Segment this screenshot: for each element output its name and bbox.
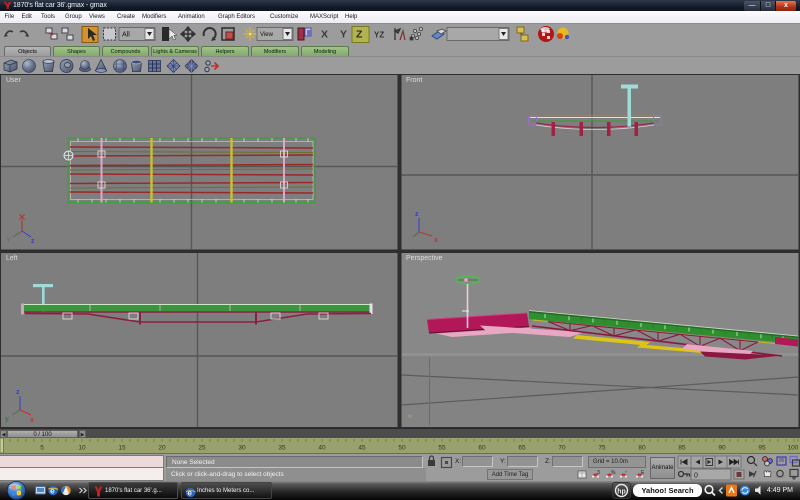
svg-text:E: E (641, 470, 645, 476)
svg-text:85: 85 (678, 445, 686, 452)
svg-text:50: 50 (398, 445, 406, 452)
svg-text:3: 3 (597, 470, 600, 476)
svg-text:Y: Y (340, 30, 347, 41)
svg-text:55: 55 (438, 445, 446, 452)
svg-text:70: 70 (558, 445, 566, 452)
svg-text:Z: Z (356, 30, 362, 41)
svg-text:30: 30 (238, 445, 246, 452)
svg-text:20: 20 (158, 445, 166, 452)
svg-text:YZ: YZ (374, 31, 384, 40)
svg-text:60: 60 (478, 445, 486, 452)
svg-text:View: View (260, 32, 274, 38)
svg-text:95: 95 (758, 445, 766, 452)
svg-text:z: z (31, 238, 35, 245)
svg-text:%: % (611, 470, 616, 476)
svg-text:5: 5 (40, 445, 44, 452)
svg-text:65: 65 (518, 445, 526, 452)
svg-text:hp: hp (617, 489, 626, 496)
svg-text:35: 35 (278, 445, 286, 452)
svg-text:w: w (407, 414, 413, 420)
svg-text:90: 90 (718, 445, 726, 452)
svg-text:Y: Y (6, 237, 11, 244)
svg-text:0: 0 (694, 473, 698, 480)
svg-text:45: 45 (358, 445, 366, 452)
svg-text:z: z (415, 211, 419, 218)
svg-text:40: 40 (318, 445, 326, 452)
svg-text:e: e (188, 489, 193, 498)
svg-text:All: All (122, 32, 130, 39)
svg-text:25: 25 (198, 445, 206, 452)
svg-text:e: e (50, 486, 55, 496)
svg-text:y: y (5, 416, 9, 423)
svg-text:100: 100 (788, 445, 799, 452)
svg-text:◜: ◜ (625, 470, 627, 476)
svg-text:x: x (30, 417, 34, 424)
svg-text:10: 10 (78, 445, 86, 452)
svg-text:z: z (16, 389, 20, 396)
svg-text:15: 15 (118, 445, 126, 452)
svg-text:x: x (434, 237, 438, 244)
svg-text:75: 75 (598, 445, 606, 452)
svg-text:80: 80 (638, 445, 646, 452)
svg-text:X: X (321, 30, 328, 41)
